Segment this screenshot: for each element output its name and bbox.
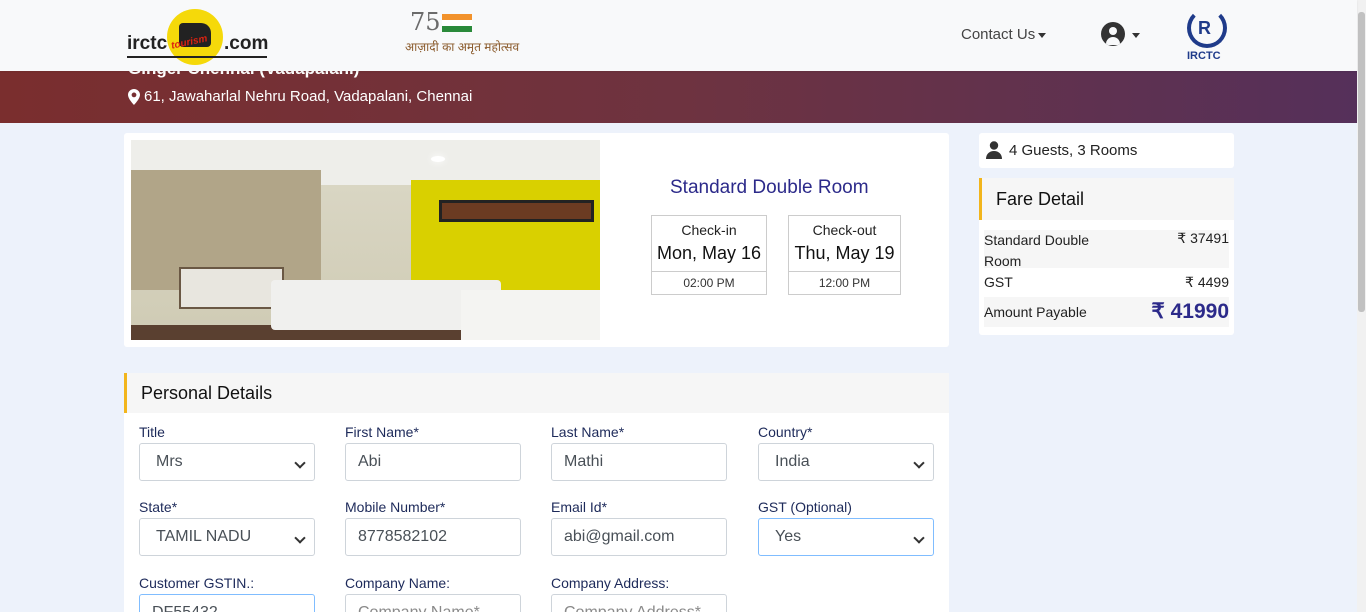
company-name-input[interactable]: Company Name*	[345, 594, 521, 612]
irctc-tourism-logo[interactable]: irctc tourism .com	[127, 7, 272, 65]
room-type-title: Standard Double Room	[670, 177, 869, 198]
title-label: Title	[139, 424, 165, 440]
checkout-date: Thu, May 19	[794, 243, 895, 263]
room-card: Standard Double Room Check-in Mon, May 1…	[124, 133, 949, 347]
amount-payable-value: ₹ 41990	[1151, 300, 1229, 323]
state-select[interactable]: TAMIL NADU	[139, 518, 315, 556]
contact-us-dropdown[interactable]: Contact Us	[961, 26, 1047, 43]
gstin-input[interactable]: DF55432	[139, 594, 315, 612]
user-icon	[986, 141, 1002, 159]
azadi-text: आज़ादी का अमृत महोत्सव	[405, 40, 520, 54]
title-select[interactable]: Mrs	[139, 443, 315, 481]
logo-text-right: .com	[224, 33, 269, 54]
first-name-field: First Name* Abi	[345, 424, 521, 481]
checkin-box: Check-in Mon, May 16 02:00 PM	[651, 215, 767, 295]
account-caret-down-icon[interactable]	[1132, 33, 1140, 38]
title-field: Title Mrs	[139, 424, 315, 481]
fare-room-value: ₹ 37491	[1177, 230, 1229, 246]
company-name-field: Company Name: Company Name*	[345, 575, 521, 612]
last-name-label: Last Name*	[551, 424, 625, 440]
checkout-box: Check-out Thu, May 19 12:00 PM	[788, 215, 901, 295]
mobile-label: Mobile Number*	[345, 499, 446, 515]
map-pin-icon	[128, 88, 140, 105]
personal-details-form: Personal Details Title Mrs First Name* A…	[124, 373, 949, 612]
fare-gst-value: ₹ 4499	[1185, 274, 1229, 290]
mobile-input[interactable]: 8778582102	[345, 518, 521, 556]
top-navbar: irctc tourism .com 75 आज़ादी का अमृत महो…	[0, 0, 1357, 71]
company-address-field: Company Address: Company Address*	[551, 575, 727, 612]
azadi-ka-amrit-mahotsav-logo: 75 आज़ादी का अमृत महोत्सव	[405, 8, 519, 60]
irctc-logo[interactable]: R IRCTC	[1183, 8, 1231, 64]
hotel-banner: Ginger Chennai (Vadapalani) 61, Jawaharl…	[0, 71, 1357, 123]
gst-select[interactable]: Yes	[758, 518, 934, 556]
gst-field: GST (Optional) Yes	[758, 499, 934, 556]
first-name-input[interactable]: Abi	[345, 443, 521, 481]
page-scrollbar[interactable]	[1357, 0, 1366, 612]
gstin-label: Customer GSTIN.:	[139, 575, 255, 591]
state-label: State*	[139, 499, 178, 515]
fare-detail-heading: Fare Detail	[996, 189, 1085, 209]
mobile-field: Mobile Number* 8778582102	[345, 499, 521, 556]
contact-us-label: Contact Us	[961, 26, 1036, 43]
logo-tag: tourism	[170, 33, 209, 52]
logo-text-left: irctc	[127, 33, 168, 54]
last-name-field: Last Name* Mathi	[551, 424, 727, 481]
checkout-label: Check-out	[812, 222, 877, 238]
email-input[interactable]: abi@gmail.com	[551, 518, 727, 556]
fare-row-room: Standard Double Room ₹ 37491	[984, 230, 1229, 269]
azadi-number: 75	[410, 8, 441, 36]
room-photo	[131, 140, 600, 340]
company-name-label: Company Name:	[345, 575, 451, 591]
country-select[interactable]: India	[758, 443, 934, 481]
fare-detail-header: Fare Detail	[979, 178, 1234, 220]
email-label: Email Id*	[551, 499, 608, 515]
hotel-address: 61, Jawaharlal Nehru Road, Vadapalani, C…	[144, 88, 473, 105]
state-field: State* TAMIL NADU	[139, 499, 315, 556]
company-address-input[interactable]: Company Address*	[551, 594, 727, 612]
company-address-label: Company Address:	[551, 575, 670, 591]
first-name-label: First Name*	[345, 424, 419, 440]
hotel-name: Ginger Chennai (Vadapalani)	[128, 71, 359, 79]
country-field: Country* India	[758, 424, 934, 481]
fare-room-label: Standard Double Room	[984, 232, 1090, 269]
hotel-address-row: 61, Jawaharlal Nehru Road, Vadapalani, C…	[128, 88, 472, 105]
user-account-icon[interactable]	[1101, 22, 1125, 46]
irctc-logo-text: IRCTC	[1187, 50, 1221, 62]
checkin-time: 02:00 PM	[652, 271, 766, 294]
checkout-time: 12:00 PM	[789, 271, 900, 294]
fare-detail-card: Fare Detail Standard Double Room ₹ 37491…	[979, 178, 1234, 335]
personal-details-header: Personal Details	[124, 373, 949, 413]
checkin-date: Mon, May 16	[656, 243, 762, 263]
guests-text: 4 Guests, 3 Rooms	[1009, 142, 1138, 159]
guests-summary: 4 Guests, 3 Rooms	[979, 133, 1234, 168]
country-label: Country*	[758, 424, 813, 440]
personal-details-heading: Personal Details	[141, 383, 273, 403]
email-field: Email Id* abi@gmail.com	[551, 499, 727, 556]
india-flag-icon	[442, 14, 472, 32]
caret-down-icon	[1038, 32, 1047, 38]
fare-row-gst: GST ₹ 4499	[984, 274, 1229, 294]
gstin-field: Customer GSTIN.: DF55432	[139, 575, 315, 612]
checkin-label: Check-in	[681, 222, 737, 238]
last-name-input[interactable]: Mathi	[551, 443, 727, 481]
amount-payable-label: Amount Payable	[984, 304, 1087, 320]
gst-label: GST (Optional)	[758, 499, 852, 515]
fare-row-total: Amount Payable ₹ 41990	[984, 297, 1229, 327]
scrollbar-thumb[interactable]	[1358, 12, 1365, 312]
